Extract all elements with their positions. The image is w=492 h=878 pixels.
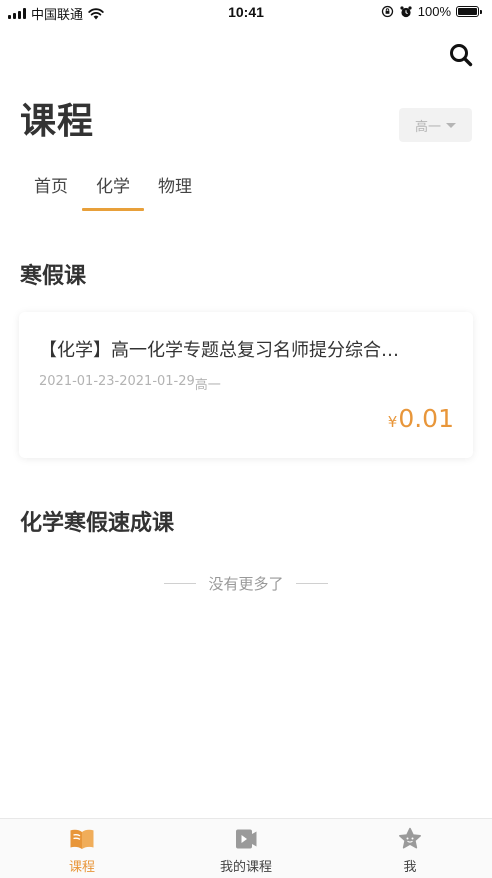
- bottom-nav: 课程 我的课程 我: [0, 818, 492, 878]
- grade-select-value: 高一: [414, 119, 441, 135]
- rotation-lock-icon: [381, 5, 393, 18]
- nav-item-my-courses[interactable]: 我的课程: [164, 819, 328, 878]
- course-dates: 2021-01-23-2021-01-29: [39, 374, 195, 389]
- nav-label: 课程: [68, 860, 95, 875]
- price-currency: ¥: [387, 413, 398, 431]
- divider: [164, 583, 197, 584]
- page-title: 课程: [20, 101, 95, 142]
- caret-down-icon: [446, 122, 456, 128]
- no-more-text: 没有更多了: [208, 575, 284, 593]
- tab-home[interactable]: 首页: [20, 172, 82, 211]
- course-page: 中国联通 10:41 100% 课程 高一 首页 化学 物理 寒假课 【化学】高…: [0, 0, 492, 878]
- tab-physics[interactable]: 物理: [144, 172, 206, 211]
- divider: [295, 583, 328, 584]
- course-title: 【化学】高一化学专题总复习名师提分综合…: [39, 340, 399, 361]
- open-book-icon: [69, 827, 95, 851]
- nav-item-courses[interactable]: 课程: [0, 819, 164, 878]
- nav-label: 我的课程: [219, 860, 272, 875]
- course-grade: 高一: [194, 378, 221, 393]
- course-price: ¥ 0.01: [388, 404, 454, 433]
- nav-label: 我: [403, 860, 417, 875]
- battery-percent: 100%: [417, 4, 451, 19]
- search-icon: [450, 44, 473, 67]
- course-card[interactable]: 【化学】高一化学专题总复习名师提分综合… 2021-01-23-2021-01-…: [19, 312, 473, 458]
- battery-icon: [456, 6, 482, 17]
- nav-item-me[interactable]: 我: [328, 819, 492, 878]
- play-document-icon: [233, 827, 259, 851]
- alarm-icon: [400, 5, 412, 17]
- subject-tabs: 首页 化学 物理: [20, 172, 206, 211]
- price-amount: 0.01: [398, 404, 454, 433]
- no-more-indicator: 没有更多了: [0, 573, 492, 594]
- status-bar: 中国联通 10:41 100%: [0, 0, 492, 26]
- tab-chemistry[interactable]: 化学: [82, 172, 144, 211]
- star-face-icon: [397, 827, 423, 851]
- section-title: 寒假课: [20, 264, 87, 289]
- section-title: 化学寒假速成课: [20, 511, 175, 536]
- grade-select[interactable]: 高一: [399, 108, 472, 142]
- course-meta: 2021-01-23-2021-01-29 高一: [39, 374, 221, 393]
- search-button[interactable]: [448, 42, 474, 68]
- status-right: 100%: [381, 4, 482, 19]
